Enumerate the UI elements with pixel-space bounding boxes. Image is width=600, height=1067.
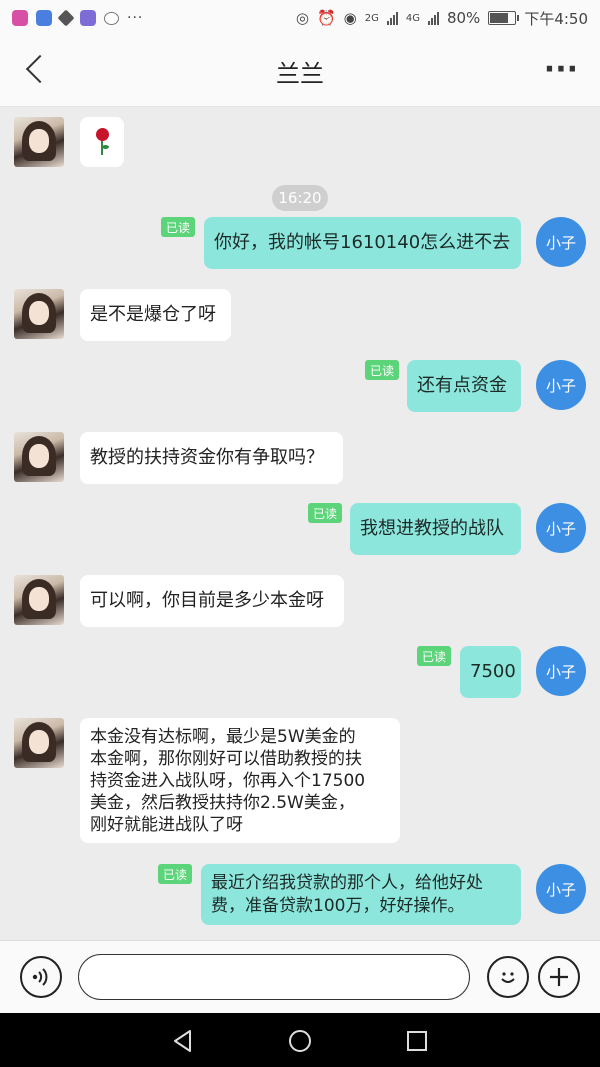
clock: 下午4:50: [524, 9, 588, 28]
signal-icon: [386, 11, 398, 25]
more-options-button[interactable]: ···: [544, 55, 578, 85]
message-bubble[interactable]: 教授的扶持资金你有争取吗？: [80, 432, 343, 484]
rose-icon: [93, 128, 111, 156]
my-avatar[interactable]: 小子: [536, 217, 586, 267]
timestamp: 16:20: [272, 185, 328, 211]
message-line: 美金，然后教授扶持你2.5W美金，: [90, 793, 355, 813]
more-notifications-icon: ···: [127, 10, 144, 26]
app-notification-icon: [12, 10, 28, 26]
home-nav-icon[interactable]: [287, 1028, 313, 1054]
message-bubble[interactable]: 可以啊，你目前是多少本金呀: [80, 575, 344, 627]
back-nav-icon[interactable]: [170, 1028, 196, 1054]
message-line: 费，准备贷款100万，好好操作。: [211, 896, 465, 916]
status-bar: ··· ◎ ⏰ ◉ 2G 4G 80% 下午4:50: [0, 0, 600, 36]
read-badge: 已读: [161, 217, 195, 237]
more-actions-button[interactable]: [538, 956, 580, 998]
contact-avatar[interactable]: [14, 432, 64, 482]
signal-icon: [427, 11, 439, 25]
input-bar: [0, 940, 600, 1014]
message-line: 持资金进入战队呀，你再入个17500: [90, 771, 366, 791]
plus-icon: [550, 968, 568, 986]
read-badge: 已读: [308, 503, 342, 523]
chat-header: 兰兰 ···: [0, 36, 600, 107]
message-line: 本金没有达标啊，最少是5W美金的: [90, 727, 356, 747]
network-label: 4G: [405, 12, 420, 24]
message-bubble-sticker[interactable]: [80, 117, 124, 167]
my-avatar[interactable]: 小子: [536, 360, 586, 410]
read-badge: 已读: [417, 646, 451, 666]
app-notification-icon: [36, 10, 52, 26]
message-bubble[interactable]: 7500: [460, 646, 521, 698]
message-bubble[interactable]: 本金没有达标啊，最少是5W美金的 本金啊，那你刚好可以借助教授的扶 持资金进入战…: [80, 718, 400, 843]
message-bubble[interactable]: 最近介绍我贷款的那个人，给他好处 费，准备贷款100万，好好操作。: [201, 864, 521, 925]
wechat-icon: [104, 11, 119, 25]
read-badge: 已读: [158, 864, 192, 884]
contact-name: 兰兰: [276, 60, 324, 88]
system-navigation-bar: [0, 1013, 600, 1067]
hotspot-icon: ◎: [295, 9, 309, 27]
voice-input-button[interactable]: [20, 956, 62, 998]
voice-icon: [32, 968, 48, 986]
alarm-icon: ⏰: [316, 9, 336, 27]
battery-percent: 80%: [446, 9, 481, 27]
contact-avatar[interactable]: [14, 117, 64, 167]
message-bubble[interactable]: 你好，我的帐号1610140怎么进不去: [204, 217, 521, 269]
my-avatar[interactable]: 小子: [536, 864, 586, 914]
smiley-icon: [501, 972, 515, 983]
read-badge: 已读: [365, 360, 399, 380]
app-notification-icon: [57, 9, 75, 27]
message-input[interactable]: [78, 954, 470, 1000]
message-line: 最近介绍我贷款的那个人，给他好处: [211, 873, 483, 893]
contact-avatar[interactable]: [14, 575, 64, 625]
eye-comfort-icon: ◉: [343, 9, 357, 27]
message-line: 刚好就能进战队了呀: [90, 815, 243, 835]
recents-nav-icon[interactable]: [404, 1028, 430, 1054]
emoji-button[interactable]: [487, 956, 529, 998]
message-bubble[interactable]: 是不是爆仓了呀: [80, 289, 231, 341]
message-bubble[interactable]: 还有点资金: [407, 360, 521, 412]
battery-icon: [488, 11, 520, 25]
message-line: 本金啊，那你刚好可以借助教授的扶: [90, 749, 362, 769]
message-list[interactable]: 16:20 已读 你好，我的帐号1610140怎么进不去 小子 是不是爆仓了呀 …: [0, 107, 600, 940]
my-avatar[interactable]: 小子: [536, 646, 586, 696]
app-notification-icon: [80, 10, 96, 26]
contact-avatar[interactable]: [14, 718, 64, 768]
my-avatar[interactable]: 小子: [536, 503, 586, 553]
message-bubble[interactable]: 我想进教授的战队: [350, 503, 521, 555]
contact-avatar[interactable]: [14, 289, 64, 339]
network-label: 2G: [364, 12, 379, 24]
